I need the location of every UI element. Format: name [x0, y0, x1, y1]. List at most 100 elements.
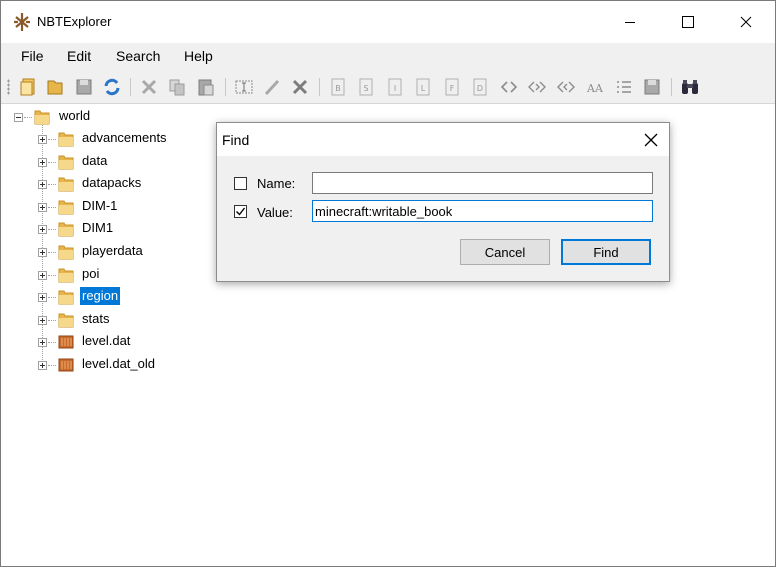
expand-toggle[interactable]: [38, 293, 47, 303]
svg-text:AA: AA: [586, 82, 604, 95]
app-window: NBTExplorer File Edit Search Help B S I …: [0, 0, 776, 567]
folder-icon: [58, 266, 74, 283]
find-dialog: Find Name: Value: Cancel Find: [216, 122, 670, 282]
tree-node-dim-1[interactable]: DIM-1: [1, 197, 221, 217]
toolbar-separator: [130, 78, 131, 96]
tree-node-poi[interactable]: poi: [1, 265, 221, 285]
menu-bar: File Edit Search Help: [1, 43, 775, 71]
expand-toggle[interactable]: [38, 315, 47, 325]
minimize-button[interactable]: [607, 1, 653, 43]
tree-node-world[interactable]: world: [1, 107, 201, 127]
folder-icon: [58, 243, 74, 260]
folder-icon: [58, 311, 74, 328]
tree-connector: [48, 297, 56, 299]
delete-icon[interactable]: [290, 77, 310, 97]
rename-icon[interactable]: [234, 77, 254, 97]
tree-node-label: level.dat_old: [82, 356, 155, 371]
maximize-icon: [682, 16, 694, 28]
refresh-icon[interactable]: [102, 77, 122, 97]
svg-text:I: I: [394, 84, 396, 93]
tag-list-icon[interactable]: [614, 77, 634, 97]
cancel-button[interactable]: Cancel: [460, 239, 550, 265]
tree-connector: [48, 161, 56, 164]
paste-icon[interactable]: [196, 77, 216, 97]
close-button[interactable]: [723, 1, 769, 43]
svg-text:L: L: [421, 84, 426, 93]
expand-toggle[interactable]: [38, 225, 47, 235]
find-dialog-close-button[interactable]: [641, 130, 661, 150]
tag-long-icon[interactable]: L: [413, 77, 433, 97]
tree-connector: [48, 319, 56, 322]
tree-node-label: data: [82, 152, 108, 168]
toolbar-separator: [225, 78, 226, 96]
tree-node-stats[interactable]: stats: [1, 310, 221, 330]
expand-toggle[interactable]: [38, 361, 47, 370]
maximize-button[interactable]: [665, 1, 711, 43]
toolbar-separator: [319, 78, 320, 96]
tree-node-playerdata[interactable]: playerdata: [1, 242, 221, 262]
expand-toggle[interactable]: [38, 248, 47, 257]
collapse-toggle[interactable]: [14, 113, 23, 122]
menu-search[interactable]: Search: [116, 48, 160, 64]
tree-node-label: region: [80, 287, 121, 306]
toolbar-separator: [671, 78, 672, 96]
tag-long-array-icon[interactable]: [556, 77, 576, 97]
tag-int-array-icon[interactable]: [527, 77, 547, 97]
name-input[interactable]: [312, 172, 653, 194]
open-file-icon[interactable]: [45, 77, 65, 97]
expand-toggle[interactable]: [38, 202, 47, 212]
folder-icon: [58, 288, 74, 305]
toolbar-grip[interactable]: [7, 79, 10, 95]
tree-node-data[interactable]: data: [1, 152, 221, 172]
tree-node-level-dat-old[interactable]: level.dat_old: [1, 355, 221, 375]
tree-node-region[interactable]: region: [1, 287, 221, 307]
menu-file[interactable]: File: [21, 48, 44, 64]
tag-byte-array-icon[interactable]: [499, 77, 519, 97]
tag-double-icon[interactable]: D: [470, 77, 490, 97]
open-folder-icon[interactable]: [19, 77, 39, 97]
value-input[interactable]: [312, 200, 653, 222]
expand-toggle[interactable]: [38, 338, 47, 348]
name-checkbox[interactable]: [234, 177, 247, 190]
nbt-file-icon: [58, 333, 74, 350]
value-label: Value:: [257, 205, 293, 220]
minimize-icon: [625, 22, 635, 23]
expand-toggle[interactable]: [38, 135, 47, 144]
expand-toggle[interactable]: [38, 180, 47, 190]
tree-node-advancements[interactable]: advancements: [1, 129, 221, 149]
folder-icon: [58, 175, 74, 192]
find-button[interactable]: Find: [561, 239, 651, 265]
folder-icon: [58, 153, 74, 170]
tree-node-datapacks[interactable]: datapacks: [1, 174, 221, 194]
copy-icon[interactable]: [167, 77, 187, 97]
folder-icon: [58, 198, 74, 215]
menu-edit[interactable]: Edit: [67, 48, 91, 64]
nbtexplorer-logo-icon: [13, 12, 31, 32]
tree-node-label: advancements: [82, 130, 167, 145]
tag-byte-icon[interactable]: B: [328, 77, 348, 97]
folder-icon: [34, 108, 50, 125]
edit-icon[interactable]: [262, 77, 282, 97]
cut-icon[interactable]: [139, 77, 159, 97]
folder-icon: [58, 130, 74, 147]
tag-compound-icon[interactable]: [642, 77, 662, 97]
tree-connector: [48, 274, 56, 277]
expand-toggle[interactable]: [38, 270, 47, 280]
find-icon[interactable]: [680, 77, 700, 97]
tree-node-dim1[interactable]: DIM1: [1, 219, 221, 239]
tree-node-label: stats: [82, 310, 110, 326]
tag-string-icon[interactable]: AA: [585, 77, 605, 97]
value-checkbox[interactable]: [234, 205, 247, 218]
expand-toggle[interactable]: [38, 157, 47, 167]
nbt-file-icon: [58, 356, 74, 373]
folder-icon: [58, 220, 74, 237]
find-dialog-title-bar: Find: [217, 123, 669, 156]
close-icon: [740, 16, 752, 28]
menu-help[interactable]: Help: [184, 48, 213, 64]
tree-connector: [48, 252, 56, 254]
tree-node-level-dat[interactable]: level.dat: [1, 332, 221, 352]
save-icon[interactable]: [74, 77, 94, 97]
tag-float-icon[interactable]: F: [442, 77, 462, 97]
tag-int-icon[interactable]: I: [385, 77, 405, 97]
tag-short-icon[interactable]: S: [356, 77, 376, 97]
